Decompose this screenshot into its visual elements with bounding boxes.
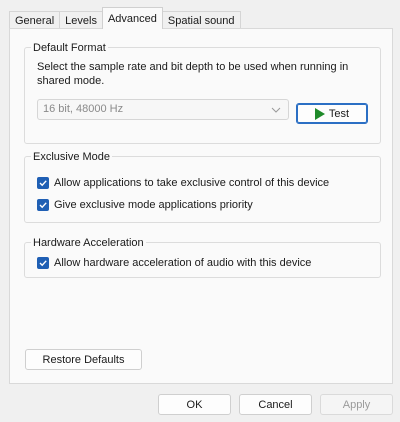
allow-exclusive-checkbox[interactable]: [37, 177, 49, 189]
allow-hw-checkbox-row[interactable]: Allow hardware acceleration of audio wit…: [37, 255, 311, 271]
format-select-value: 16 bit, 48000 Hz: [43, 103, 124, 115]
default-format-description: Select the sample rate and bit depth to …: [37, 61, 349, 87]
tab-general[interactable]: General: [9, 11, 61, 29]
tab-spatial-sound[interactable]: Spatial sound: [161, 11, 241, 29]
cancel-button[interactable]: Cancel: [239, 394, 312, 415]
tab-advanced[interactable]: Advanced: [101, 7, 163, 29]
allow-hw-checkbox[interactable]: [37, 257, 49, 269]
restore-defaults-button[interactable]: Restore Defaults: [25, 349, 142, 370]
give-priority-label: Give exclusive mode applications priorit…: [54, 199, 253, 211]
play-icon: [314, 107, 325, 120]
allow-hw-label: Allow hardware acceleration of audio wit…: [54, 257, 312, 269]
give-priority-checkbox[interactable]: [37, 199, 49, 211]
test-button-label: Test: [328, 107, 350, 120]
chevron-down-icon: [271, 100, 281, 126]
checkmark-icon: [39, 260, 47, 267]
advanced-panel: Default Format Select the sample rate an…: [9, 28, 393, 384]
checkmark-icon: [39, 180, 47, 187]
give-priority-checkbox-row[interactable]: Give exclusive mode applications priorit…: [37, 197, 253, 213]
sound-properties-dialog: General Levels Advanced Spatial sound De…: [0, 0, 400, 422]
allow-exclusive-label: Allow applications to take exclusive con…: [54, 177, 330, 189]
tab-levels[interactable]: Levels: [59, 11, 103, 29]
apply-button[interactable]: Apply: [320, 394, 393, 415]
tab-bar: General Levels Advanced Spatial sound: [9, 7, 241, 29]
exclusive-mode-group: Exclusive Mode Allow applications to tak…: [24, 151, 381, 223]
hardware-acceleration-group: Hardware Acceleration Allow hardware acc…: [24, 237, 381, 278]
test-button[interactable]: Test: [296, 103, 368, 124]
hardware-acceleration-title: Hardware Acceleration: [31, 237, 146, 249]
format-select[interactable]: 16 bit, 48000 Hz: [37, 99, 289, 120]
allow-exclusive-checkbox-row[interactable]: Allow applications to take exclusive con…: [37, 175, 329, 191]
ok-button[interactable]: OK: [158, 394, 231, 415]
exclusive-mode-title: Exclusive Mode: [31, 151, 113, 163]
default-format-group: Default Format Select the sample rate an…: [24, 42, 381, 144]
default-format-title: Default Format: [31, 42, 108, 54]
checkmark-icon: [39, 202, 47, 209]
